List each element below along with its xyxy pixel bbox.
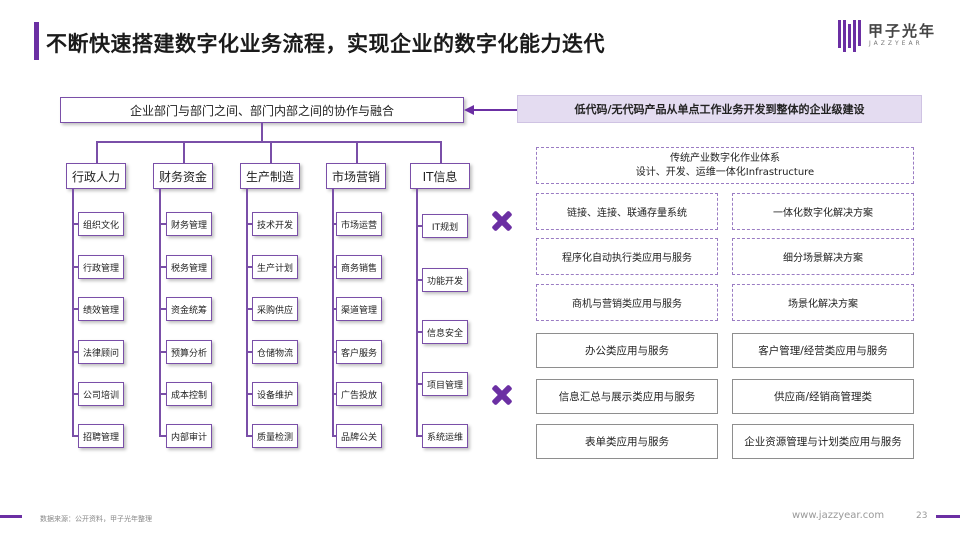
department-box: 财务资金 xyxy=(153,163,213,189)
sub-function-box: 资金统筹 xyxy=(166,297,212,321)
solid-box: 表单类应用与服务 xyxy=(536,424,718,459)
dashed-box: 场景化解决方案 xyxy=(732,284,914,321)
sub-function-box: 仓储物流 xyxy=(252,340,298,364)
sub-function-box: IT规划 xyxy=(422,214,468,238)
department-box: 市场营销 xyxy=(326,163,386,189)
sub-function-box: 项目管理 xyxy=(422,372,468,396)
sub-function-box: 预算分析 xyxy=(166,340,212,364)
sub-function-box: 成本控制 xyxy=(166,382,212,406)
page-number: 23 xyxy=(916,511,928,521)
connector-line xyxy=(159,393,166,395)
dashed-box: 一体化数字化解决方案 xyxy=(732,193,914,230)
sub-function-box: 客户服务 xyxy=(336,340,382,364)
title-accent-bar xyxy=(34,22,39,60)
cross-icon xyxy=(491,384,513,406)
sub-function-box: 功能开发 xyxy=(422,268,468,292)
arrow-left-icon xyxy=(464,105,518,115)
department-box: IT信息 xyxy=(410,163,470,189)
connector-line xyxy=(270,141,272,163)
sub-function-box: 信息安全 xyxy=(422,320,468,344)
connector-line xyxy=(159,223,166,225)
sub-function-box: 渠道管理 xyxy=(336,297,382,321)
logo-name: 甲子光年 xyxy=(868,22,937,40)
solid-box: 企业资源管理与计划类应用与服务 xyxy=(732,424,914,459)
logo-bars-icon xyxy=(838,20,862,52)
sub-function-box: 法律顾问 xyxy=(78,340,124,364)
sub-function-box: 系统运维 xyxy=(422,424,468,448)
connector-line xyxy=(261,123,263,141)
connector-line xyxy=(159,308,166,310)
sub-function-box: 生产计划 xyxy=(252,255,298,279)
sub-function-box: 组织文化 xyxy=(78,212,124,236)
sub-function-box: 设备维护 xyxy=(252,382,298,406)
footer-accent-left xyxy=(0,515,22,518)
connector-line xyxy=(440,141,442,163)
connector-line xyxy=(159,189,161,436)
sub-function-box: 行政管理 xyxy=(78,255,124,279)
dashed-box: 程序化自动执行类应用与服务 xyxy=(536,238,718,275)
sub-function-box: 技术开发 xyxy=(252,212,298,236)
sub-function-box: 公司培训 xyxy=(78,382,124,406)
sub-function-box: 商务销售 xyxy=(336,255,382,279)
department-box: 行政人力 xyxy=(66,163,126,189)
connector-line xyxy=(356,141,358,163)
sub-function-box: 招聘管理 xyxy=(78,424,124,448)
logo-sub: JAZZYEAR xyxy=(869,40,923,47)
traditional-system-box: 传统产业数字化作业体系 设计、开发、运维一体化Infrastructure xyxy=(536,147,914,184)
lowcode-banner: 低代码/无代码产品从单点工作业务开发到整体的企业级建设 xyxy=(517,95,922,123)
department-box: 生产制造 xyxy=(240,163,300,189)
solid-box: 客户管理/经营类应用与服务 xyxy=(732,333,914,368)
connector-line xyxy=(332,189,334,436)
traditional-line2: 设计、开发、运维一体化Infrastructure xyxy=(635,166,815,178)
footer-accent-right xyxy=(936,515,960,518)
sub-function-box: 质量检测 xyxy=(252,424,298,448)
sub-function-box: 市场运营 xyxy=(336,212,382,236)
dashed-box: 链接、连接、联通存量系统 xyxy=(536,193,718,230)
sub-function-box: 品牌公关 xyxy=(336,424,382,448)
sub-function-box: 采购供应 xyxy=(252,297,298,321)
solid-box: 信息汇总与展示类应用与服务 xyxy=(536,379,718,414)
connector-line xyxy=(96,141,98,163)
connector-line xyxy=(72,189,74,436)
connector-line xyxy=(96,141,442,143)
footer-source: 数据来源：公开资料，甲子光年整理 xyxy=(40,515,152,523)
sub-function-box: 广告投放 xyxy=(336,382,382,406)
connector-line xyxy=(246,189,248,436)
sub-function-box: 绩效管理 xyxy=(78,297,124,321)
connector-line xyxy=(159,351,166,353)
sub-function-box: 财务管理 xyxy=(166,212,212,236)
footer-url: www.jazzyear.com xyxy=(792,510,885,521)
collaboration-box: 企业部门与部门之间、部门内部之间的协作与融合 xyxy=(60,97,464,123)
solid-box: 办公类应用与服务 xyxy=(536,333,718,368)
sub-function-box: 税务管理 xyxy=(166,255,212,279)
dashed-box: 细分场景解决方案 xyxy=(732,238,914,275)
cross-icon xyxy=(491,210,513,232)
connector-line xyxy=(159,435,166,437)
sub-function-box: 内部审计 xyxy=(166,424,212,448)
connector-line xyxy=(159,266,166,268)
traditional-line1: 传统产业数字化作业体系 xyxy=(670,152,780,164)
solid-box: 供应商/经销商管理类 xyxy=(732,379,914,414)
page-title: 不断快速搭建数字化业务流程，实现企业的数字化能力迭代 xyxy=(46,32,605,56)
brand-logo: 甲子光年 JAZZYEAR xyxy=(838,18,948,54)
dashed-box: 商机与营销类应用与服务 xyxy=(536,284,718,321)
connector-line xyxy=(183,141,185,163)
